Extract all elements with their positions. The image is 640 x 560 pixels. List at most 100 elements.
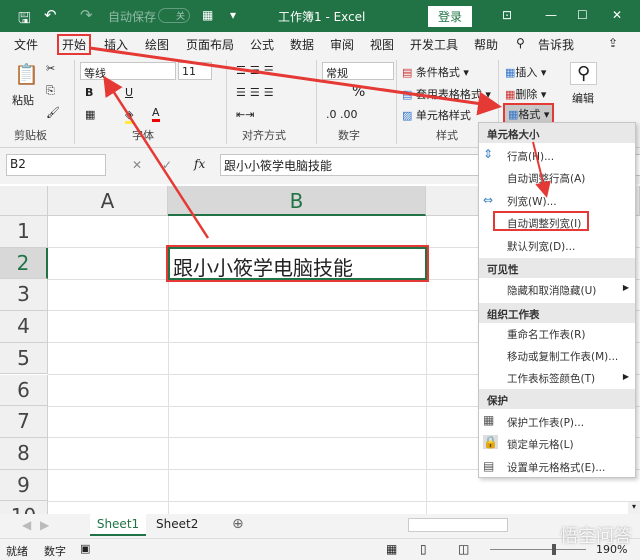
normal-view-icon[interactable]: ▦ — [386, 542, 397, 556]
insert-function-button[interactable]: fx — [194, 157, 205, 171]
next-sheet-icon[interactable]: ▶ — [40, 518, 49, 532]
select-all[interactable] — [0, 186, 48, 216]
menu-default-width[interactable]: 默认列宽(D)... — [507, 239, 575, 254]
row-header-5[interactable]: 5 — [0, 342, 48, 375]
font-size-input[interactable]: 11 — [178, 62, 212, 80]
underline-button[interactable]: U — [125, 86, 133, 99]
row-header-7[interactable]: 7 — [0, 406, 48, 438]
menu-header-cell-size: 单元格大小 — [479, 123, 635, 143]
tab-file[interactable]: 文件 — [14, 36, 38, 53]
menu-autofit-row[interactable]: 自动调整行高(A) — [507, 171, 585, 186]
sheet-tab-sheet1[interactable]: Sheet1 — [90, 514, 146, 536]
horizontal-scrollbar[interactable] — [408, 518, 508, 532]
italic-button[interactable]: I — [105, 86, 108, 99]
bold-button[interactable]: B — [85, 86, 93, 99]
menu-protect-sheet[interactable]: 保护工作表(P)... — [507, 415, 584, 430]
autosave-toggle[interactable]: 关 — [158, 8, 190, 23]
row-header-9[interactable]: 9 — [0, 469, 48, 502]
cancel-icon[interactable]: ✕ — [132, 158, 142, 172]
table-format-button[interactable]: ▤ 套用表格格式 ▾ — [402, 86, 491, 102]
group-number: 数字 — [338, 129, 360, 142]
cut-icon[interactable]: ✂ — [46, 62, 55, 75]
align-top-icons[interactable]: ☰☰☰ — [236, 64, 278, 77]
menu-row-height[interactable]: 行高(H)... — [507, 149, 554, 164]
font-color-icon[interactable]: A — [152, 106, 160, 122]
decimal-icons[interactable]: .0 .00 — [326, 108, 358, 121]
fill-color-icon[interactable]: ◈ — [125, 108, 134, 124]
minimize-icon[interactable]: — — [545, 8, 557, 22]
highlight-home-tab — [57, 34, 91, 55]
indent-icons[interactable]: ⇤⇥ — [236, 108, 254, 121]
prev-sheet-icon[interactable]: ◀ — [22, 518, 31, 532]
row-header-4[interactable]: 4 — [0, 311, 48, 343]
copy-icon[interactable]: ⎘ — [46, 84, 55, 98]
submenu-arrow-icon: ▶ — [622, 283, 629, 292]
row-header-1[interactable]: 1 — [0, 216, 48, 248]
find-icon[interactable]: ⚲ — [570, 62, 598, 85]
tab-review[interactable]: 审阅 — [330, 36, 354, 53]
menu-rename-sheet[interactable]: 重命名工作表(R) — [507, 327, 586, 342]
row-header-8[interactable]: 8 — [0, 437, 48, 470]
tab-insert[interactable]: 插入 — [104, 36, 128, 53]
enter-icon[interactable]: ✓ — [162, 158, 172, 172]
tab-data[interactable]: 数据 — [290, 36, 314, 53]
tab-formulas[interactable]: 公式 — [250, 36, 274, 53]
paste-button[interactable]: 粘贴 — [12, 92, 34, 108]
row-header-3[interactable]: 3 — [0, 279, 48, 312]
column-width-icon: ⇔ — [483, 193, 494, 207]
cell-style-button[interactable]: ▨ 单元格样式 — [402, 107, 471, 123]
undo-icon[interactable]: ↶ — [44, 6, 57, 24]
add-sheet-icon[interactable]: ⊕ — [232, 516, 244, 532]
insert-cells-button[interactable]: ▦插入 ▾ — [505, 64, 546, 80]
tab-view[interactable]: 视图 — [370, 36, 394, 53]
menu-hide-unhide[interactable]: 隐藏和取消隐藏(U) — [507, 283, 596, 298]
tab-draw[interactable]: 绘图 — [145, 36, 169, 53]
search-icon[interactable]: ⚲ — [516, 36, 525, 50]
share-icon[interactable]: ⇪ — [608, 36, 618, 50]
conditional-format-button[interactable]: ▤ 条件格式 ▾ — [402, 64, 469, 80]
column-header-b[interactable]: B — [168, 186, 426, 216]
page-break-icon[interactable]: ◫ — [458, 542, 469, 556]
login-button[interactable]: 登录 — [428, 6, 473, 27]
column-header-a[interactable]: A — [48, 186, 168, 216]
format-painter-icon[interactable]: 🖌 — [46, 106, 60, 119]
divider — [74, 60, 75, 144]
name-box[interactable]: B2 — [6, 154, 106, 176]
sheet-tab-sheet2[interactable]: Sheet2 — [156, 517, 198, 531]
percent-button[interactable]: % — [352, 84, 365, 100]
align-horizontal-icons[interactable]: ☰☰☰ — [236, 86, 278, 99]
number-format-select[interactable]: 常规 — [322, 62, 394, 80]
tab-developer[interactable]: 开发工具 — [410, 36, 458, 53]
menu-column-width[interactable]: 列宽(W)... — [507, 194, 557, 209]
save-icon[interactable]: 🖫 — [18, 8, 31, 33]
customize-icon[interactable]: ▾ — [230, 8, 236, 22]
form-icon[interactable]: ▦ — [202, 8, 213, 22]
row-header-2[interactable]: 2 — [0, 247, 48, 280]
zoom-slider-thumb[interactable] — [552, 544, 556, 555]
menu-format-cells[interactable]: 设置单元格格式(E)... — [507, 460, 605, 475]
menu-tab-color[interactable]: 工作表标签颜色(T) — [507, 371, 595, 386]
macro-record-icon[interactable]: ▣ — [80, 542, 90, 555]
row-header-6[interactable]: 6 — [0, 374, 48, 407]
row-height-icon: ⇕ — [483, 147, 494, 161]
status-ready: 就绪 — [6, 545, 28, 558]
tab-page-layout[interactable]: 页面布局 — [186, 36, 234, 53]
border-icon[interactable]: ▦ — [85, 108, 95, 121]
tell-me[interactable]: 告诉我 — [538, 36, 574, 53]
edit-button[interactable]: 编辑 — [572, 90, 594, 106]
font-name-input[interactable]: 等线 — [80, 62, 176, 80]
group-font: 字体 — [132, 129, 154, 142]
ribbon-display-icon[interactable]: ⊡ — [502, 8, 512, 22]
menu-move-copy-sheet[interactable]: 移动或复制工作表(M)... — [507, 349, 618, 364]
tab-help[interactable]: 帮助 — [474, 36, 498, 53]
zoom-slider[interactable] — [490, 549, 586, 550]
paste-icon[interactable]: 📋 — [14, 62, 39, 86]
delete-cells-button[interactable]: ▦删除 ▾ — [505, 86, 546, 102]
redo-icon[interactable]: ↷ — [80, 6, 93, 24]
page-layout-icon[interactable]: ▯ — [420, 542, 427, 556]
menu-header-visibility: 可见性 — [479, 258, 635, 278]
maximize-icon[interactable]: ☐ — [577, 8, 588, 22]
menu-lock-cell[interactable]: 锁定单元格(L) — [507, 437, 574, 452]
close-icon[interactable]: ✕ — [612, 8, 622, 22]
scroll-down-button[interactable]: ▾ — [628, 502, 640, 514]
